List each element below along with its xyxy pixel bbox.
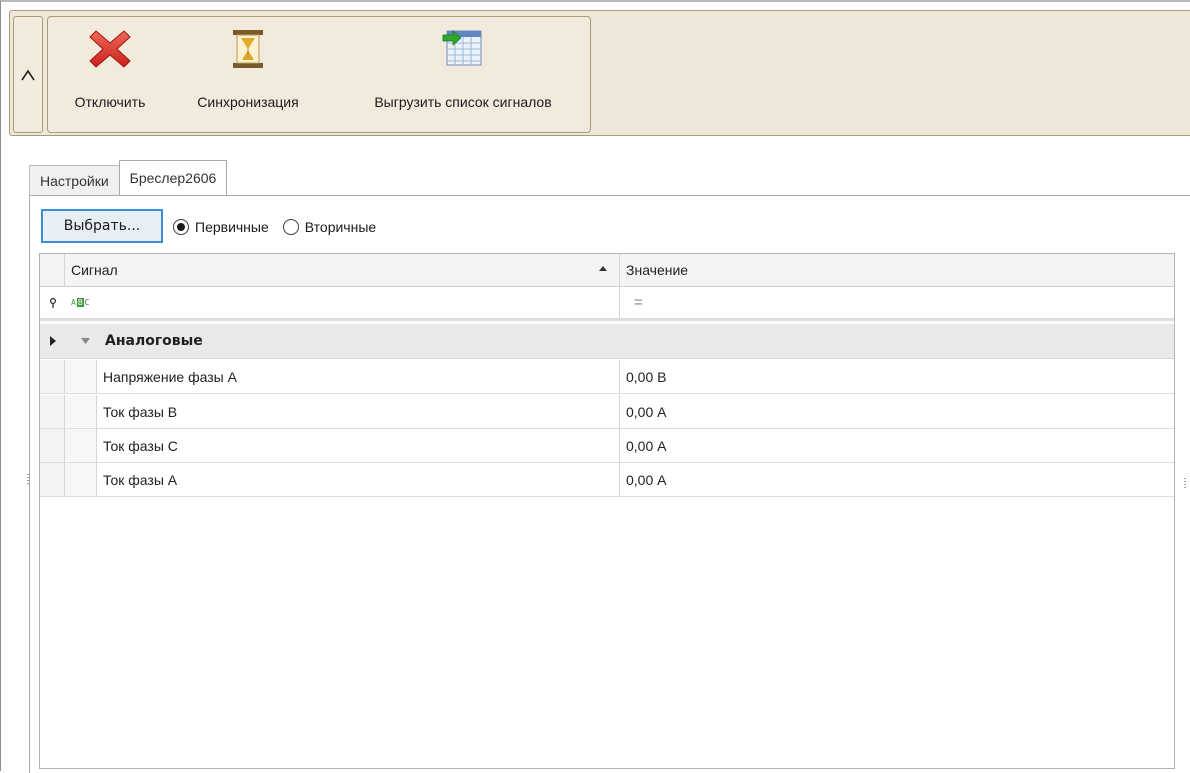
group-row-analog[interactable]: Аналоговые (40, 324, 1174, 359)
signals-grid: Сигнал Значение ABC = Аналоговые Напряже… (39, 253, 1175, 769)
group-label: Аналоговые (105, 333, 203, 349)
cell-value: 0,00 А (626, 437, 667, 454)
right-splitter-grip[interactable] (1184, 478, 1186, 490)
sort-ascending-icon (599, 266, 607, 271)
export-table-icon (441, 27, 485, 71)
cell-signal: Напряжение фазы A (97, 360, 620, 393)
radio-secondary[interactable]: Вторичные (282, 219, 377, 235)
export-signals-button[interactable]: Выгрузить список сигналов (343, 17, 583, 132)
abc-filter-icon: ABC (71, 298, 90, 307)
filter-value-cell[interactable]: = (620, 287, 1174, 318)
left-splitter-grip[interactable] (27, 474, 29, 486)
table-row[interactable]: Ток фазы A 0,00 А (40, 463, 1174, 497)
radio-primary[interactable]: Первичные (173, 219, 269, 235)
tab-strip: Настройки Бреслер2606 (29, 160, 228, 195)
radio-secondary-label: Вторичные (304, 219, 377, 235)
cell-signal: Ток фазы A (97, 463, 620, 496)
cell-value: 0,00 А (626, 471, 667, 488)
radio-unchecked-icon[interactable] (282, 219, 299, 235)
ribbon-group-actions: Отключить Синхронизация Выгрузить список… (47, 16, 591, 133)
cell-value: 0,00 В (626, 368, 667, 385)
column-header-value[interactable]: Значение (620, 254, 1174, 286)
app-window: Отключить Синхронизация Выгрузить список… (0, 0, 1190, 773)
export-signals-label: Выгрузить список сигналов (374, 94, 552, 110)
radio-checked-icon[interactable] (173, 219, 189, 235)
cell-value: 0,00 А (626, 403, 667, 420)
filter-pin-icon (40, 287, 65, 318)
group-collapse-icon[interactable] (65, 324, 105, 358)
disconnect-label: Отключить (74, 94, 146, 110)
equals-filter-icon: = (634, 294, 643, 311)
cell-signal: Ток фазы B (97, 395, 620, 428)
sync-button[interactable]: Синхронизация (183, 17, 313, 132)
chevron-up-icon (21, 69, 35, 80)
ribbon-collapse-button[interactable] (13, 16, 43, 133)
column-header-signal[interactable]: Сигнал (65, 254, 620, 286)
column-header-signal-label: Сигнал (71, 262, 118, 278)
choose-button[interactable]: Выбрать... (41, 209, 163, 243)
table-row[interactable]: Ток фазы C 0,00 А (40, 429, 1174, 463)
value-mode-radio-group: Первичные Вторичные (173, 216, 376, 238)
filter-signal-cell[interactable]: ABC (65, 287, 620, 318)
disconnect-button[interactable]: Отключить (60, 17, 160, 132)
row-indicator-arrow-icon (40, 324, 65, 358)
disconnect-x-icon (88, 27, 132, 71)
cell-signal: Ток фазы C (97, 429, 620, 462)
table-row[interactable]: Ток фазы B 0,00 А (40, 395, 1174, 429)
grid-filter-row: ABC = (40, 287, 1174, 321)
column-header-value-label: Значение (626, 262, 689, 278)
sync-label: Синхронизация (197, 94, 299, 110)
ribbon: Отключить Синхронизация Выгрузить список… (9, 10, 1190, 136)
header-indicator-cell (40, 254, 65, 286)
grid-header: Сигнал Значение (40, 254, 1174, 287)
tab-settings[interactable]: Настройки (29, 165, 120, 195)
tab-device[interactable]: Бреслер2606 (118, 160, 228, 195)
table-row[interactable]: Напряжение фазы A 0,00 В (40, 360, 1174, 394)
radio-primary-label: Первичные (195, 219, 269, 235)
hourglass-icon (226, 27, 270, 71)
